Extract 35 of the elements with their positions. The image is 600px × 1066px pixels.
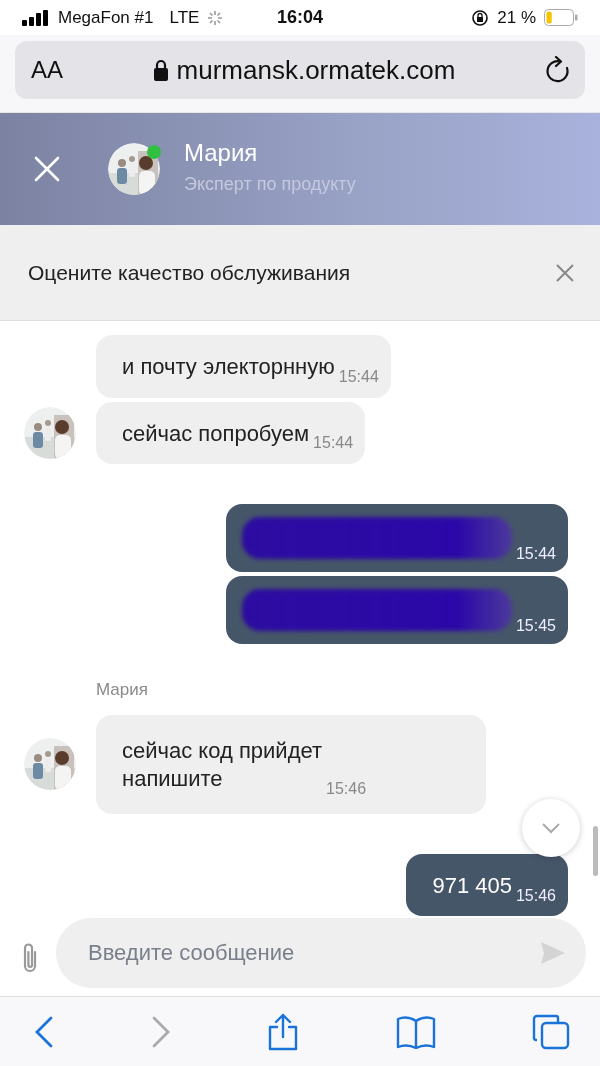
message-input[interactable]: Введите сообщение xyxy=(56,918,586,988)
message-time: 15:44 xyxy=(313,433,354,454)
network-type: LTE xyxy=(169,6,200,29)
battery-icon xyxy=(544,9,578,26)
signal-icon xyxy=(22,9,50,26)
rating-prompt[interactable]: Оцените качество обслуживания xyxy=(28,256,351,289)
message-time: 15:46 xyxy=(515,885,556,906)
message-text: сейчас попробуем xyxy=(122,419,310,448)
rotation-lock-icon xyxy=(471,8,490,27)
message-time: 15:46 xyxy=(326,779,367,800)
carrier-name: MegaFon #1 xyxy=(58,6,154,29)
bookmarks-button[interactable] xyxy=(395,1015,436,1049)
message-text: сейчас код прийдет напишите xyxy=(122,736,323,794)
reload-icon[interactable] xyxy=(545,56,571,84)
avatar xyxy=(108,143,160,195)
chevron-down-icon xyxy=(541,822,561,834)
sender-name: Мария xyxy=(96,679,149,702)
scroll-down-button[interactable] xyxy=(522,799,580,857)
message-text: и почту электорнную xyxy=(122,353,335,381)
clock-time: 16:04 xyxy=(277,6,324,29)
text-size-button[interactable]: AA xyxy=(31,52,63,88)
lock-icon xyxy=(152,59,169,81)
loading-icon xyxy=(207,9,224,26)
tabs-button[interactable] xyxy=(532,1014,570,1050)
url-text[interactable]: murmansk.ormatek.com xyxy=(176,50,456,90)
back-button[interactable] xyxy=(34,1016,54,1048)
message-time: 15:45 xyxy=(515,616,556,637)
message-text: 971 405 xyxy=(432,871,512,900)
share-button[interactable] xyxy=(267,1013,299,1051)
message-time: 15:44 xyxy=(338,366,379,387)
forward-button[interactable] xyxy=(150,1016,171,1048)
agent-name: Мария xyxy=(184,140,259,167)
message-time: 15:44 xyxy=(515,544,556,565)
battery-percent: 21 % xyxy=(497,6,536,29)
close-icon[interactable] xyxy=(556,263,574,282)
